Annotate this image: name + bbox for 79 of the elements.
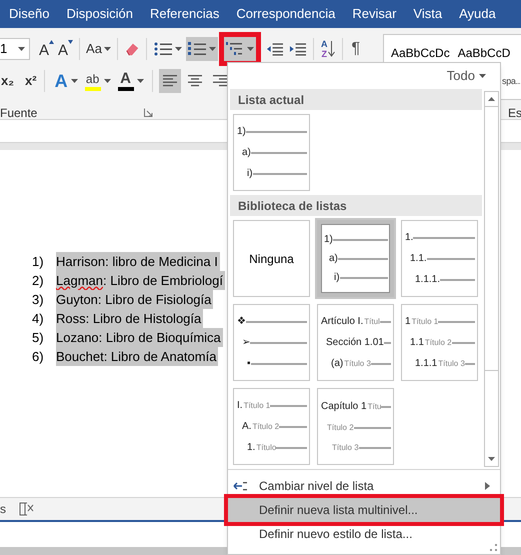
caret-icon: [18, 47, 25, 51]
list-item-text: Guyton: Libro de Fisiología: [56, 290, 214, 310]
caret-icon: [479, 74, 486, 78]
section-header: Biblioteca de listas: [230, 195, 482, 216]
list-item-text: Bouchet: Libro de Anatomía: [56, 346, 218, 366]
show-marks-button[interactable]: ¶: [348, 37, 364, 61]
style-preview[interactable]: AaBbCcDc: [391, 44, 450, 62]
list-style-tile[interactable]: ❖ ➢ ▪: [233, 304, 310, 381]
font-color-button[interactable]: A: [116, 68, 146, 94]
change-level-icon: [233, 481, 247, 491]
list-number: 4): [32, 310, 45, 328]
bullets-icon: [154, 41, 172, 57]
list-item-text: Ross: Libro de Histología: [56, 308, 204, 328]
caret-icon: [136, 79, 144, 83]
subscript-button[interactable]: x₂: [0, 69, 16, 93]
multilevel-button[interactable]: [224, 37, 256, 61]
numbering-icon: [188, 41, 206, 57]
list-number: 3): [32, 290, 45, 309]
caret-icon: [246, 47, 254, 51]
list-number: 6): [32, 348, 45, 366]
caret-icon: [208, 47, 216, 51]
increase-indent-icon[interactable]: [288, 42, 306, 56]
list-number: 1): [32, 252, 45, 271]
arrow-down-icon: [328, 41, 336, 57]
status-text: s: [0, 501, 6, 518]
highlight-color-button[interactable]: ab: [82, 68, 113, 94]
list-style-tile[interactable]: Ninguna: [233, 220, 310, 297]
text-effects-button[interactable]: A: [52, 69, 80, 93]
list-number: 5): [32, 328, 45, 347]
list-item-text: Lagman: Libro de Embriologí: [56, 270, 225, 290]
list-style-tile[interactable]: 1) a) i): [317, 220, 394, 297]
caret-icon: [174, 47, 182, 51]
grow-font-button[interactable]: A: [38, 37, 56, 61]
ribbon-tab[interactable]: Referencias: [150, 4, 220, 24]
submenu-arrow-icon: [485, 482, 490, 490]
menu-item[interactable]: Cambiar nivel de lista: [228, 474, 500, 498]
dialog-launcher-icon[interactable]: [144, 108, 153, 117]
style-caption: spa...: [502, 75, 521, 88]
ribbon-tab[interactable]: Vista: [413, 4, 442, 24]
group-label: Fuente: [0, 105, 38, 119]
menu-item[interactable]: Definir nueva lista multinivel...: [228, 498, 500, 522]
section-header: Lista actual: [230, 89, 482, 110]
list-item-text: Harrison: libro de Medicina I: [56, 252, 220, 272]
multilevel-list-icon: [226, 41, 244, 57]
ribbon-tab[interactable]: Diseño: [9, 4, 50, 24]
list-style-tile[interactable]: 1) a) i): [233, 114, 310, 191]
scrollbar-thumb[interactable]: [485, 106, 498, 371]
change-case-button[interactable]: Aa: [85, 37, 112, 61]
decrease-indent-icon[interactable]: [266, 42, 283, 56]
ribbon-tab[interactable]: Correspondencia: [236, 4, 336, 24]
style-preview[interactable]: AaBbCcD: [458, 44, 510, 62]
filter-dropdown[interactable]: Todo: [446, 66, 486, 86]
ribbon-tab[interactable]: Disposición: [66, 4, 133, 24]
resize-grip-icon[interactable]: [490, 544, 497, 551]
list-item-text: Lozano: Libro de Bioquímica: [56, 328, 223, 348]
menu-item[interactable]: Definir nuevo estilo de lista...: [228, 522, 500, 546]
list-number: 2): [32, 272, 45, 290]
shrink-font-button[interactable]: A: [57, 37, 74, 61]
list-style-tile[interactable]: 1Título 1 1.1Título 2 1.1.1Título 3: [401, 304, 478, 381]
proofing-icon[interactable]: [18, 501, 34, 517]
numbering-button[interactable]: [186, 37, 218, 61]
align-icon: [162, 75, 177, 87]
font-size-field[interactable]: 1: [0, 38, 30, 60]
caret-icon: [70, 79, 78, 83]
ribbon-tab[interactable]: Revisar: [352, 4, 396, 24]
align-icon: [188, 75, 202, 87]
scrollbar[interactable]: [484, 91, 499, 467]
superscript-button[interactable]: x²: [24, 69, 38, 93]
sort-button[interactable]: A Z: [318, 37, 338, 61]
caret-icon: [104, 79, 111, 83]
list-style-tile[interactable]: Artículo I.Títul Sección 1.01 (a)Título 3: [317, 304, 394, 381]
eraser-icon[interactable]: [124, 41, 140, 57]
align-left-button[interactable]: [158, 69, 181, 93]
list-style-tile[interactable]: 1. 1.1. 1.1.1.: [401, 220, 478, 297]
align-icon: [212, 75, 227, 87]
list-style-tile[interactable]: Capítulo 1Títu Título 2 Título 3: [317, 388, 394, 465]
ribbon-tab[interactable]: Ayuda: [459, 4, 496, 24]
list-style-tile[interactable]: I.Título 1 A.Título 2 1.Título: [233, 388, 310, 465]
caret-icon: [104, 47, 111, 51]
